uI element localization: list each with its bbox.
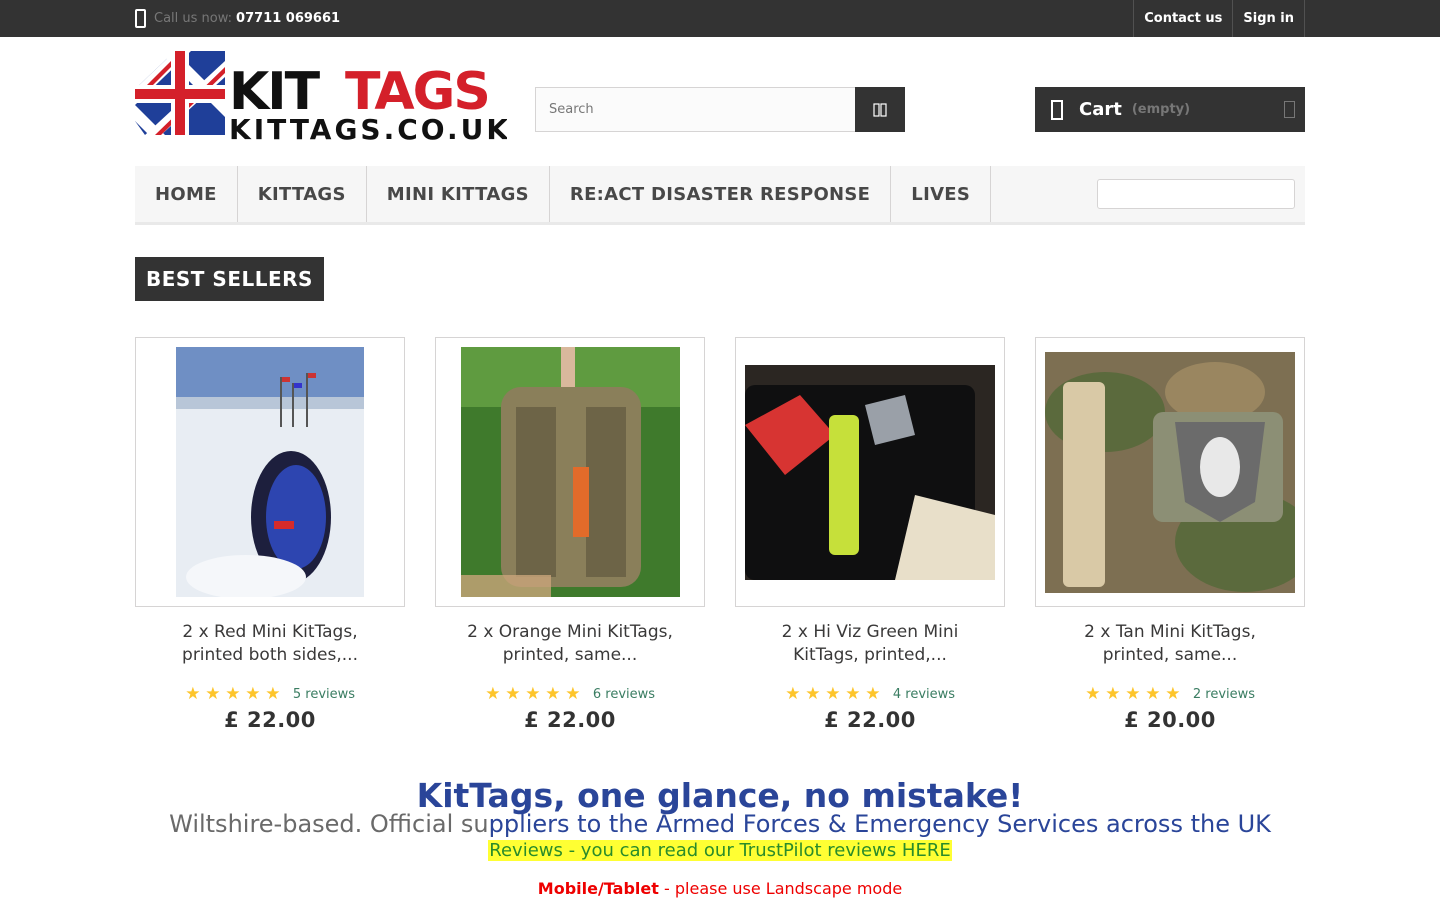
- star-icon: ★: [1125, 684, 1141, 704]
- product-name[interactable]: 2 x Hi Viz Green Mini KitTags, printed,.…: [735, 621, 1005, 667]
- reviews-line: Reviews - you can read our TrustPilot re…: [0, 839, 1440, 863]
- search-button[interactable]: [855, 87, 905, 132]
- product-image-link[interactable]: [435, 337, 705, 607]
- cart-icon: [1051, 99, 1063, 120]
- star-icon: ★: [825, 684, 841, 704]
- product-price: £ 22.00: [524, 708, 616, 732]
- top-links: Contact us Sign in: [1133, 0, 1305, 37]
- star-icon: ★: [1145, 684, 1161, 704]
- star-icon: ★: [225, 684, 241, 704]
- review-count[interactable]: 6 reviews: [593, 687, 655, 702]
- sign-in-link[interactable]: Sign in: [1232, 0, 1305, 37]
- star-icon: ★: [565, 684, 581, 704]
- product-card: 2 x Tan Mini KitTags, printed, same... ★…: [1035, 337, 1305, 732]
- review-count[interactable]: 5 reviews: [293, 687, 355, 702]
- product-image: [745, 364, 995, 580]
- chevron-down-icon: [1284, 101, 1295, 118]
- product-rating: ★ ★ ★ ★ ★ 4 reviews: [735, 684, 1005, 704]
- mobile-phone-icon: [135, 9, 146, 28]
- cart-label: Cart: [1079, 99, 1122, 120]
- search-input[interactable]: [535, 87, 855, 132]
- product-image: [460, 347, 680, 597]
- mobile-notice-bold: Mobile/Tablet: [537, 879, 659, 898]
- svg-text:KITTAGS.CO.UK: KITTAGS.CO.UK: [229, 113, 507, 143]
- menu-search-input[interactable]: [1097, 179, 1295, 209]
- review-count[interactable]: 4 reviews: [893, 687, 955, 702]
- menu-item-react-disaster-response[interactable]: RE:ACT DISASTER RESPONSE: [550, 166, 892, 222]
- product-rating: ★ ★ ★ ★ ★ 5 reviews: [135, 684, 405, 704]
- product-name[interactable]: 2 x Red Mini KitTags, printed both sides…: [135, 621, 405, 667]
- call-us-label: Call us now:: [154, 11, 233, 26]
- union-jack-icon: [135, 51, 225, 135]
- star-icon: ★: [265, 684, 281, 704]
- product-card: 2 x Orange Mini KitTags, printed, same..…: [435, 337, 705, 732]
- phone-number: 07711 069661: [236, 11, 341, 26]
- search-bar: [535, 87, 905, 132]
- product-name[interactable]: 2 x Tan Mini KitTags, printed, same...: [1035, 621, 1305, 667]
- mobile-notice-text: - please use Landscape mode: [658, 879, 903, 898]
- rating-stars: ★ ★ ★ ★ ★: [485, 684, 581, 704]
- mobile-notice: Mobile/Tablet - please use Landscape mod…: [0, 879, 1440, 899]
- star-icon: ★: [185, 684, 201, 704]
- product-price: £ 22.00: [824, 708, 916, 732]
- star-icon: ★: [805, 684, 821, 704]
- product-image-link[interactable]: [1035, 337, 1305, 607]
- star-icon: ★: [1105, 684, 1121, 704]
- rating-stars: ★ ★ ★ ★ ★: [185, 684, 281, 704]
- subheadline: Wiltshire-based. Official suppliers to t…: [0, 809, 1440, 839]
- product-image-link[interactable]: [735, 337, 1005, 607]
- product-image: [1045, 351, 1295, 593]
- site-logo[interactable]: KIT TAGS KITTAGS.CO.UK: [135, 51, 508, 146]
- product-image-link[interactable]: [135, 337, 405, 607]
- star-icon: ★: [865, 684, 881, 704]
- cart-status: (empty): [1131, 102, 1191, 117]
- star-icon: ★: [1165, 684, 1181, 704]
- review-count[interactable]: 2 reviews: [1193, 687, 1255, 702]
- star-icon: ★: [205, 684, 221, 704]
- product-image: [176, 347, 364, 597]
- menu-item-home[interactable]: HOME: [135, 166, 238, 222]
- menu-item-mini-kittags[interactable]: MINI KITTAGS: [367, 166, 550, 222]
- top-bar: Call us now: 07711 069661 Contact us Sig…: [0, 0, 1440, 37]
- subheadline-blue: ppliers to the Armed Forces & Emergency …: [488, 810, 1271, 838]
- star-icon: ★: [505, 684, 521, 704]
- product-card: 2 x Red Mini KitTags, printed both sides…: [135, 337, 405, 732]
- star-icon: ★: [785, 684, 801, 704]
- star-icon: ★: [545, 684, 561, 704]
- menu-item-lives[interactable]: LIVES: [891, 166, 992, 222]
- product-card: 2 x Hi Viz Green Mini KitTags, printed,.…: [735, 337, 1005, 732]
- product-name[interactable]: 2 x Orange Mini KitTags, printed, same..…: [435, 621, 705, 667]
- menu-item-kittags[interactable]: KITTAGS: [238, 166, 367, 222]
- product-rating: ★ ★ ★ ★ ★ 6 reviews: [435, 684, 705, 704]
- best-sellers-title[interactable]: BEST SELLERS: [135, 257, 324, 301]
- rating-stars: ★ ★ ★ ★ ★: [785, 684, 881, 704]
- header: KIT TAGS KITTAGS.CO.UK Cart (empty): [0, 37, 1440, 165]
- product-price: £ 22.00: [224, 708, 316, 732]
- promo-text: KitTags, one glance, no mistake! Wiltshi…: [0, 776, 1440, 899]
- search-icon: [873, 102, 887, 117]
- star-icon: ★: [485, 684, 501, 704]
- star-icon: ★: [245, 684, 261, 704]
- product-price: £ 20.00: [1124, 708, 1216, 732]
- star-icon: ★: [845, 684, 861, 704]
- cart-button[interactable]: Cart (empty): [1035, 87, 1305, 132]
- rating-stars: ★ ★ ★ ★ ★: [1085, 684, 1181, 704]
- trustpilot-reviews-link[interactable]: Reviews - you can read our TrustPilot re…: [488, 840, 952, 861]
- contact-us-link[interactable]: Contact us: [1133, 0, 1232, 37]
- main-menu: HOME KITTAGS MINI KITTAGS RE:ACT DISASTE…: [135, 166, 1305, 225]
- star-icon: ★: [525, 684, 541, 704]
- product-list: 2 x Red Mini KitTags, printed both sides…: [135, 337, 1305, 732]
- star-icon: ★: [1085, 684, 1101, 704]
- call-us: Call us now: 07711 069661: [135, 9, 340, 28]
- product-rating: ★ ★ ★ ★ ★ 2 reviews: [1035, 684, 1305, 704]
- subheadline-grey: Wiltshire-based. Official su: [169, 810, 489, 838]
